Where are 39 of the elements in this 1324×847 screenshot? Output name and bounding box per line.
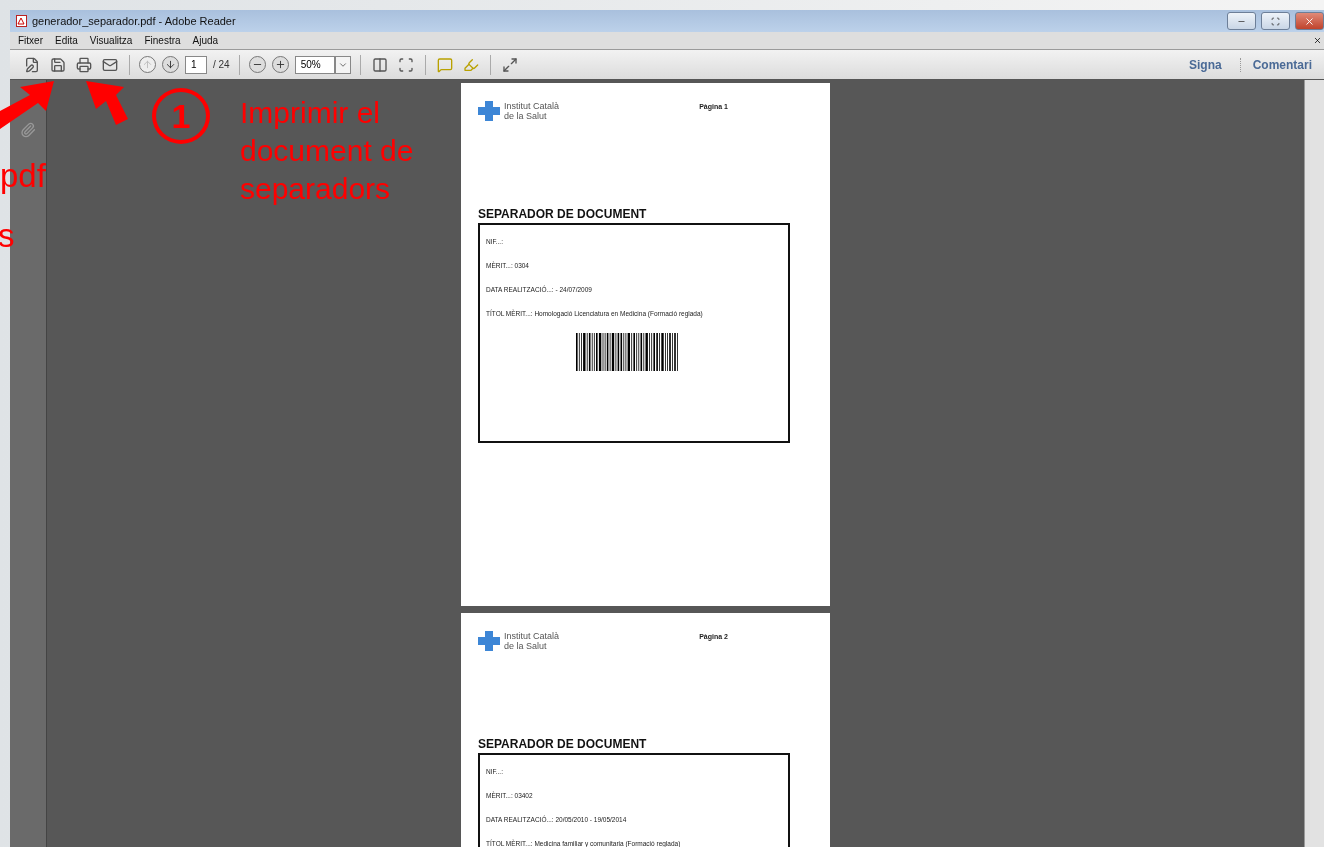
logo-text: Institut Català [504, 631, 560, 641]
maximize-icon [1271, 16, 1280, 26]
window-title: generador_separador.pdf - Adobe Reader [32, 15, 237, 27]
close-icon[interactable] [1313, 36, 1322, 45]
logo-text: Institut Català [504, 101, 560, 111]
arrow-up-icon [142, 59, 153, 70]
arrow-down-icon [165, 59, 176, 70]
paperclip-icon [20, 122, 36, 138]
zoom-out-button[interactable] [248, 56, 266, 73]
zoom-field[interactable]: 50% [294, 55, 335, 74]
page-count: / 24 [213, 59, 230, 70]
menu-item[interactable]: Ajuda [192, 35, 219, 46]
minimize-button[interactable] [1227, 12, 1256, 30]
close-button[interactable] [1295, 12, 1324, 30]
step-number: 1 [152, 88, 210, 144]
plus-icon [274, 59, 286, 70]
annotation-text: Imprimir el document de separadors [240, 95, 415, 207]
page-heading: SEPARADOR DE DOCUMENT [478, 737, 648, 751]
maximize-button[interactable] [1261, 12, 1290, 30]
logo-text: de la Salut [504, 641, 548, 651]
previous-page-button[interactable] [139, 56, 156, 73]
menu-item[interactable]: Edita [55, 35, 78, 46]
page-number-field[interactable]: 1 [185, 55, 207, 74]
panel-link[interactable]: Signa [1177, 57, 1234, 72]
zoom-in-button[interactable] [271, 56, 289, 73]
panel-link[interactable]: Comentari [1239, 57, 1324, 72]
close-icon [1304, 15, 1315, 27]
next-page-button[interactable] [162, 56, 179, 73]
menu-item[interactable]: Visualitza [89, 35, 133, 46]
pdf-file-icon [16, 15, 27, 27]
cross-logo-icon [478, 101, 500, 121]
logo-text: de la Salut [504, 111, 548, 121]
page-heading: SEPARADOR DE DOCUMENT [478, 207, 648, 221]
menu-item[interactable]: Finestra [144, 35, 181, 46]
scrollbar-track[interactable] [1304, 80, 1324, 847]
cross-logo-icon [478, 631, 500, 651]
menu-item[interactable]: Fitxer [18, 35, 43, 46]
annotation-arrow [84, 81, 130, 127]
annotation-arrow [0, 81, 56, 131]
